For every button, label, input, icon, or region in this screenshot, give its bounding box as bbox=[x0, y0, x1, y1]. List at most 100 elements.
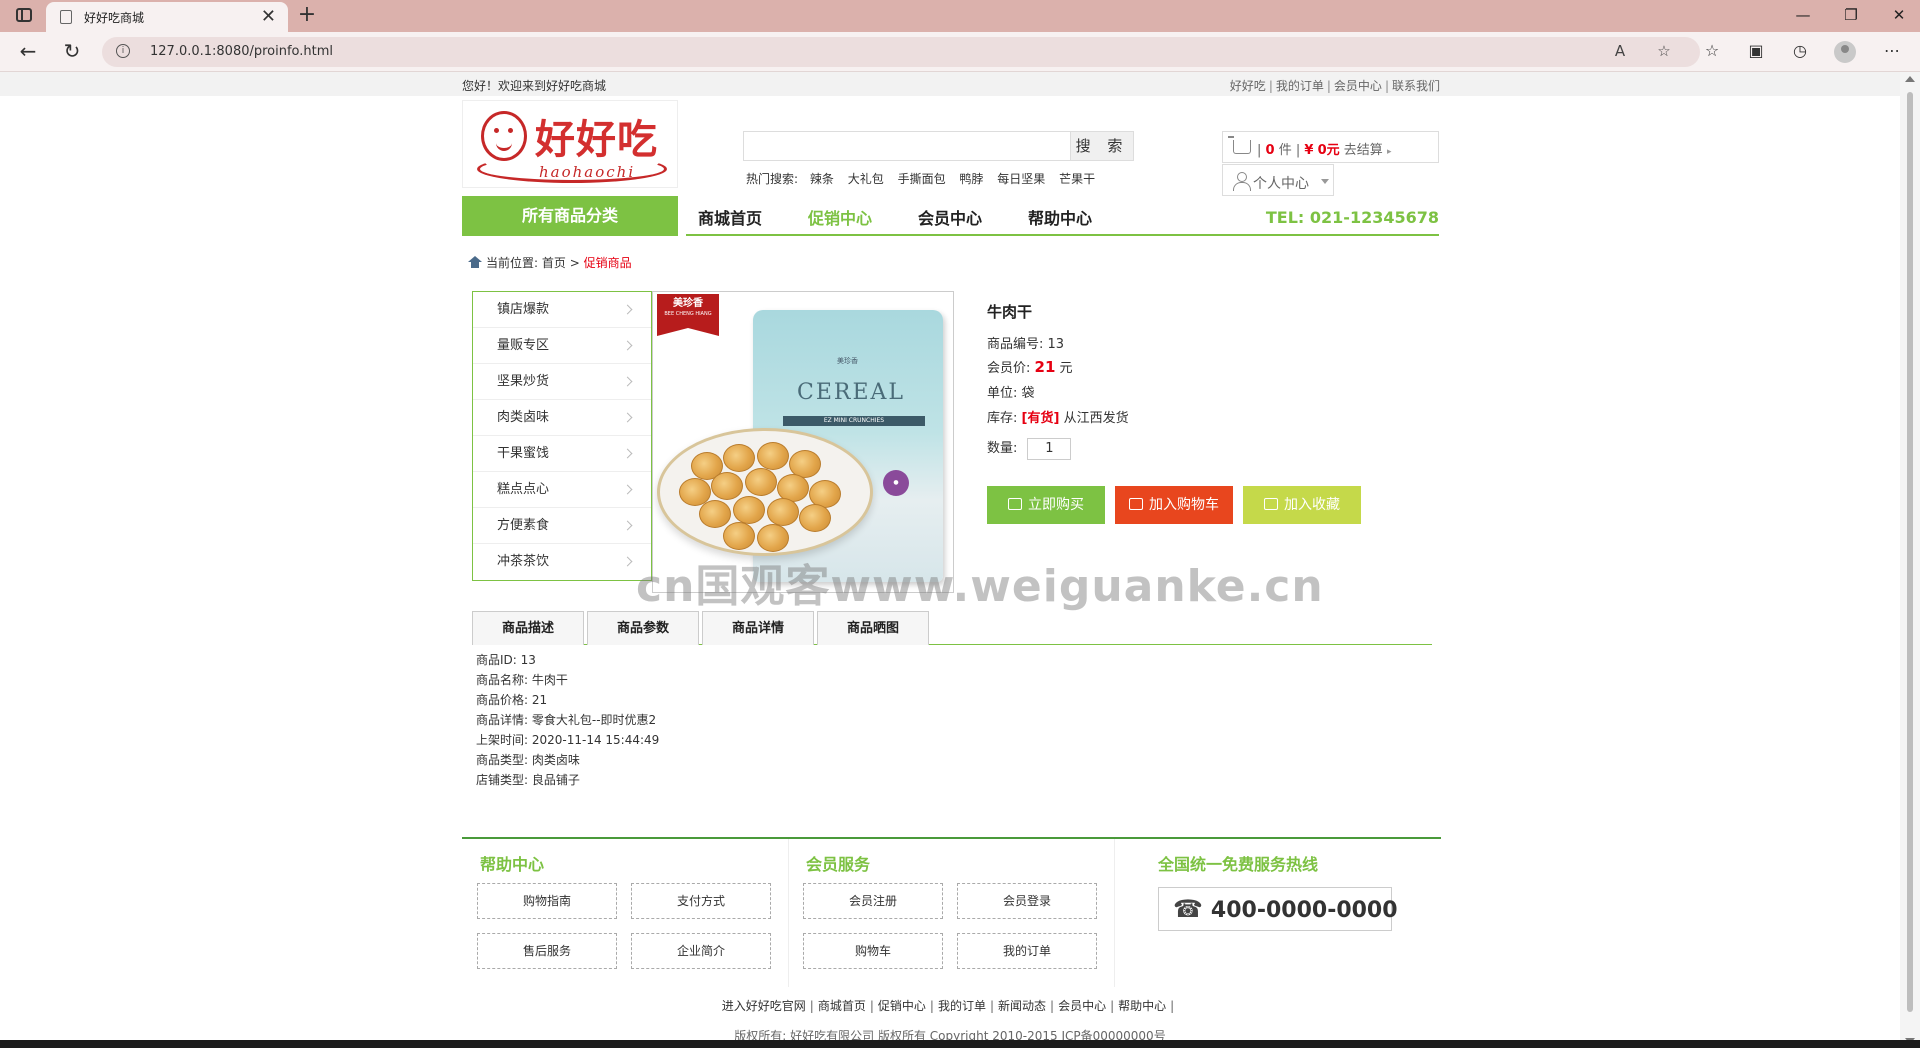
address-bar[interactable]: i 127.0.0.1:8080/proinfo.html A ☆ bbox=[102, 37, 1700, 67]
stock-status: [有货] bbox=[1021, 411, 1060, 426]
favorite-add-icon[interactable]: ☆ bbox=[1654, 42, 1674, 60]
footer-link[interactable]: 购物指南 bbox=[477, 883, 617, 919]
tab-details[interactable]: 商品详情 bbox=[702, 611, 814, 645]
footer-link[interactable]: 售后服务 bbox=[477, 933, 617, 969]
tab-photos[interactable]: 商品晒图 bbox=[817, 611, 929, 645]
footer-hotline: 全国统一免费服务热线 ☎ 400-0000-0000 bbox=[1136, 839, 1436, 987]
quantity-input[interactable]: 1 bbox=[1027, 437, 1072, 460]
chevron-right-icon bbox=[622, 412, 633, 423]
checkout-link[interactable]: 去结算 bbox=[1344, 143, 1383, 158]
restore-icon[interactable]: ❐ bbox=[1836, 6, 1866, 24]
top-link-contact[interactable]: 联系我们 bbox=[1392, 79, 1440, 93]
site-info-icon[interactable]: i bbox=[116, 44, 130, 58]
cart-count: 0 bbox=[1265, 143, 1275, 158]
product-image[interactable]: 美珍香 CEREAL EZ MINI CRUNCHIES ● 美珍香 BEE C… bbox=[652, 291, 954, 593]
refresh-icon[interactable]: ↻ bbox=[58, 40, 86, 62]
breadcrumb-current[interactable]: 促销商品 bbox=[584, 256, 632, 270]
search-input[interactable] bbox=[744, 132, 1070, 160]
read-aloud-icon[interactable]: A bbox=[1610, 42, 1630, 60]
top-info-bar: 您好！欢迎来到好好吃商城 好好吃 | 我的订单 | 会员中心 | 联系我们 bbox=[0, 72, 1900, 96]
collections-icon[interactable]: ▣ bbox=[1744, 41, 1768, 60]
category-item[interactable]: 肉类卤味 bbox=[473, 400, 651, 436]
url-text[interactable]: 127.0.0.1:8080/proinfo.html bbox=[150, 44, 333, 59]
top-link-member[interactable]: 会员中心 bbox=[1334, 79, 1382, 93]
buy-now-button[interactable]: 立即购买 bbox=[987, 486, 1105, 524]
favorites-icon[interactable]: ☆ bbox=[1700, 41, 1724, 60]
top-link-home[interactable]: 好好吃 bbox=[1230, 79, 1266, 93]
hotline-number: 400-0000-0000 bbox=[1210, 898, 1398, 923]
add-to-cart-button[interactable]: 加入购物车 bbox=[1115, 486, 1233, 524]
bottom-link[interactable]: 会员中心 bbox=[1058, 999, 1106, 1013]
footer-link[interactable]: 我的订单 bbox=[957, 933, 1097, 969]
nav-promotions[interactable]: 促销中心 bbox=[808, 205, 872, 229]
logo-sub-text: haohaochi bbox=[539, 163, 636, 181]
main-nav: 所有商品分类 商城首页 促销中心 会员中心 帮助中心 TEL: 021-1234… bbox=[462, 196, 1439, 236]
quantity-row: 数量: 1 bbox=[987, 437, 1072, 460]
profile-avatar[interactable] bbox=[1834, 41, 1856, 63]
detail-line: 店铺类型: 良品铺子 bbox=[476, 773, 580, 787]
top-link-orders[interactable]: 我的订单 bbox=[1276, 79, 1324, 93]
chevron-right-icon bbox=[622, 520, 633, 531]
category-menu: 镇店爆款 量贩专区 坚果炒货 肉类卤味 干果蜜饯 糕点点心 方便素食 冲茶茶饮 bbox=[472, 291, 652, 581]
bottom-link[interactable]: 进入好好吃官网 bbox=[722, 999, 806, 1013]
all-categories-button[interactable]: 所有商品分类 bbox=[462, 196, 678, 236]
close-tab-icon[interactable]: ✕ bbox=[261, 6, 276, 27]
cart-amount: 0元 bbox=[1317, 143, 1340, 158]
add-to-favorites-button[interactable]: 加入收藏 bbox=[1243, 486, 1361, 524]
chevron-right-icon bbox=[622, 448, 633, 459]
browser-tab-active[interactable]: 好好吃商城 ✕ bbox=[46, 2, 288, 32]
history-icon[interactable]: ◷ bbox=[1788, 41, 1812, 60]
user-center-label: 个人中心 bbox=[1253, 176, 1309, 192]
category-item[interactable]: 镇店爆款 bbox=[473, 292, 651, 328]
hot-keyword[interactable]: 辣条 bbox=[810, 172, 834, 186]
chevron-right-icon bbox=[622, 376, 633, 387]
more-menu-icon[interactable]: ⋯ bbox=[1880, 41, 1904, 60]
tab-parameters[interactable]: 商品参数 bbox=[587, 611, 699, 645]
product-price: 21 bbox=[1034, 358, 1056, 376]
detail-line: 上架时间: 2020-11-14 15:44:49 bbox=[476, 733, 660, 747]
footer-help: 帮助中心 购物指南 支付方式 售后服务 企业简介 bbox=[462, 839, 788, 987]
nav-help[interactable]: 帮助中心 bbox=[1028, 205, 1092, 229]
mini-cart[interactable]: | 0 件 | ¥ 0元 去结算 ▸ bbox=[1222, 131, 1439, 163]
category-item[interactable]: 冲茶茶饮 bbox=[473, 544, 651, 580]
bottom-link[interactable]: 帮助中心 bbox=[1118, 999, 1166, 1013]
tab-actions-icon[interactable] bbox=[16, 8, 32, 22]
category-item[interactable]: 糕点点心 bbox=[473, 472, 651, 508]
back-icon[interactable]: ← bbox=[14, 40, 42, 62]
site-logo[interactable]: 好好吃 haohaochi bbox=[462, 100, 678, 188]
scrollbar-thumb[interactable] bbox=[1907, 92, 1913, 1012]
search-button[interactable]: 搜 索 bbox=[1070, 132, 1133, 160]
hot-keyword[interactable]: 鸭脖 bbox=[959, 172, 983, 186]
nav-home[interactable]: 商城首页 bbox=[698, 205, 762, 229]
footer-link[interactable]: 支付方式 bbox=[631, 883, 771, 919]
footer-help-title: 帮助中心 bbox=[480, 855, 545, 874]
hot-keyword[interactable]: 每日坚果 bbox=[997, 172, 1045, 186]
minimize-icon[interactable]: — bbox=[1788, 6, 1818, 24]
category-item[interactable]: 坚果炒货 bbox=[473, 364, 651, 400]
bottom-link[interactable]: 促销中心 bbox=[878, 999, 926, 1013]
hot-keyword[interactable]: 芒果干 bbox=[1059, 172, 1095, 186]
tab-description[interactable]: 商品描述 bbox=[472, 611, 584, 645]
bottom-link[interactable]: 商城首页 bbox=[818, 999, 866, 1013]
nav-member[interactable]: 会员中心 bbox=[918, 205, 982, 229]
bottom-link[interactable]: 我的订单 bbox=[938, 999, 986, 1013]
footer-link[interactable]: 购物车 bbox=[803, 933, 943, 969]
chevron-right-icon bbox=[622, 556, 633, 567]
vertical-scrollbar[interactable] bbox=[1900, 72, 1920, 1048]
close-window-icon[interactable]: ✕ bbox=[1884, 6, 1914, 24]
hot-keyword[interactable]: 手撕面包 bbox=[898, 172, 946, 186]
category-item[interactable]: 干果蜜饯 bbox=[473, 436, 651, 472]
footer-link[interactable]: 会员注册 bbox=[803, 883, 943, 919]
category-item[interactable]: 量贩专区 bbox=[473, 328, 651, 364]
hot-keyword[interactable]: 大礼包 bbox=[848, 172, 884, 186]
new-tab-button[interactable]: + bbox=[294, 2, 320, 27]
footer-link[interactable]: 企业简介 bbox=[631, 933, 771, 969]
breadcrumb-home[interactable]: 首页 bbox=[542, 256, 566, 270]
page-icon bbox=[60, 10, 72, 24]
footer-link[interactable]: 会员登录 bbox=[957, 883, 1097, 919]
category-item[interactable]: 方便素食 bbox=[473, 508, 651, 544]
user-center-dropdown[interactable]: 个人中心 bbox=[1222, 164, 1334, 196]
scroll-up-arrow[interactable] bbox=[1905, 76, 1915, 82]
address-toolbar: ← ↻ i 127.0.0.1:8080/proinfo.html A ☆ ☆ … bbox=[0, 32, 1920, 72]
bottom-link[interactable]: 新闻动态 bbox=[998, 999, 1046, 1013]
